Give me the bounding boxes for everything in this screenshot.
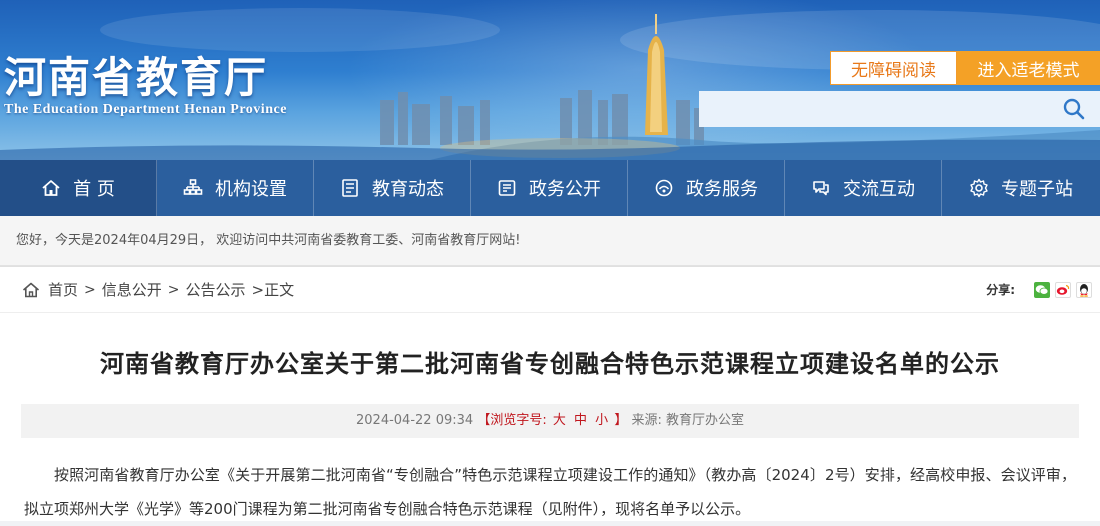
nav-label-org: 机构设置 bbox=[215, 179, 287, 200]
share-label: 分享: bbox=[986, 283, 1015, 297]
article-date: 2024-04-22 09:34 bbox=[356, 413, 474, 428]
home-icon bbox=[42, 180, 60, 196]
nav-label-home: 首 页 bbox=[73, 179, 115, 200]
nav-label-interaction: 交流互动 bbox=[843, 179, 915, 200]
breadcrumb-home-icon[interactable] bbox=[22, 281, 40, 299]
welcome-bar: 您好，今天是2024年04月29日， 欢迎访问中共河南省委教育工委、河南省教育厅… bbox=[0, 216, 1100, 266]
nav-item-gov-open[interactable]: 政务公开 bbox=[471, 160, 628, 216]
nav-item-topics[interactable]: 专题子站 bbox=[942, 160, 1100, 216]
font-size-small[interactable]: 小 bbox=[595, 413, 608, 428]
font-size-control: 【浏览字号: 大 中 小 】 bbox=[477, 413, 631, 428]
site-logo-cn[interactable]: 河南省教育厅 bbox=[4, 44, 268, 105]
search-icon[interactable] bbox=[1062, 97, 1086, 121]
topic-gear-icon bbox=[970, 178, 988, 198]
breadcrumb-info-public[interactable]: 信息公开 bbox=[102, 279, 162, 300]
nav-label-news: 教育动态 bbox=[372, 179, 444, 200]
share-bar: 分享: bbox=[986, 281, 1092, 298]
font-size-suffix: 】 bbox=[614, 413, 628, 428]
service-icon bbox=[655, 179, 673, 197]
breadcrumb-separator: > bbox=[167, 281, 180, 298]
nav-label-gov-service: 政务服务 bbox=[686, 179, 758, 200]
header-banner: 河南省教育厅 The Education Department Henan Pr… bbox=[0, 0, 1100, 160]
breadcrumb-announcements[interactable]: 公告公示 bbox=[186, 279, 246, 300]
font-size-large[interactable]: 大 bbox=[553, 413, 566, 428]
article-meta: 2024-04-22 09:34 【浏览字号: 大 中 小 】 来源: 教育厅办… bbox=[21, 404, 1079, 438]
news-list-icon bbox=[342, 179, 358, 197]
nav-item-interaction[interactable]: 交流互动 bbox=[785, 160, 942, 216]
font-size-medium[interactable]: 中 bbox=[574, 413, 587, 428]
accessibility-reading-button[interactable]: 无障碍阅读 bbox=[830, 51, 957, 85]
org-chart-icon bbox=[183, 179, 203, 195]
breadcrumb-current: >正文 bbox=[251, 281, 295, 299]
weibo-icon[interactable] bbox=[1055, 281, 1071, 298]
nav-label-gov-open: 政务公开 bbox=[529, 179, 601, 200]
article-paragraph: 按照河南省教育厅办公室《关于开展第二批河南省“专创融合”特色示范课程立项建设工作… bbox=[24, 466, 1076, 518]
search-input[interactable] bbox=[699, 91, 1049, 127]
interaction-icon bbox=[813, 181, 829, 196]
article-source: 来源: 教育厅办公室 bbox=[631, 413, 744, 428]
article-title: 河南省教育厅办公室关于第二批河南省专创融合特色示范课程立项建设名单的公示 bbox=[100, 350, 1000, 378]
font-size-prefix: 【浏览字号: bbox=[477, 413, 547, 428]
nav-item-gov-service[interactable]: 政务服务 bbox=[628, 160, 785, 216]
site-logo-en: The Education Department Henan Province bbox=[4, 102, 287, 117]
breadcrumb-home[interactable]: 首页 bbox=[48, 279, 78, 300]
document-icon bbox=[498, 180, 516, 196]
nav-item-org[interactable]: 机构设置 bbox=[157, 160, 314, 216]
article-panel: 首页 > 信息公开 > 公告公示 >正文 分享: 河南省教育厅办公室关于第二批河… bbox=[0, 266, 1100, 521]
search-box bbox=[699, 91, 1100, 127]
main-nav: 首 页 机构设置 教育动态 政务公开 政务服务 交流互动 专题子站 bbox=[0, 160, 1100, 216]
nav-label-topics: 专题子站 bbox=[1001, 179, 1073, 200]
elder-mode-button[interactable]: 进入适老模式 bbox=[957, 51, 1100, 85]
qq-icon[interactable] bbox=[1076, 281, 1092, 298]
breadcrumb: 首页 > 信息公开 > 公告公示 >正文 分享: bbox=[0, 267, 1100, 313]
breadcrumb-separator: > bbox=[84, 281, 96, 298]
wechat-icon[interactable] bbox=[1034, 281, 1050, 298]
nav-item-home[interactable]: 首 页 bbox=[0, 160, 157, 216]
nav-item-news[interactable]: 教育动态 bbox=[314, 160, 471, 216]
